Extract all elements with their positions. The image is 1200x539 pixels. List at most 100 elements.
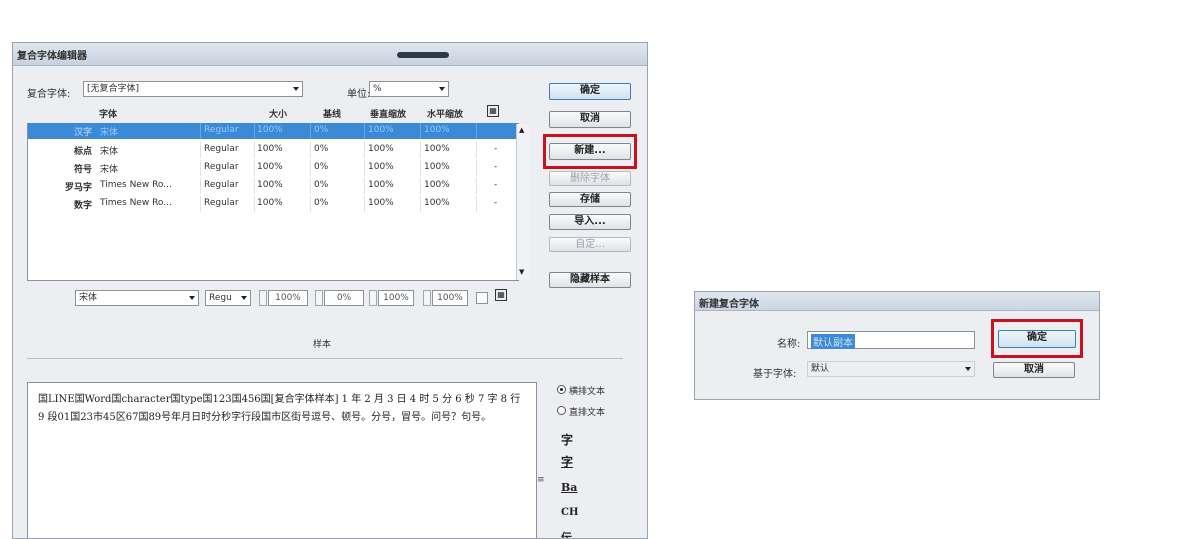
row-baseline: 0%: [314, 125, 329, 135]
import-button[interactable]: 导入...: [549, 214, 631, 230]
row-size: 100%: [257, 180, 283, 190]
dialog-title: 复合字体编辑器: [17, 51, 87, 62]
row-vscale: 100%: [368, 162, 394, 172]
row-style: Regular: [204, 180, 239, 190]
font-style-select[interactable]: Regu: [205, 290, 251, 306]
cancel-button[interactable]: 取消: [993, 362, 1075, 378]
options-grid-icon[interactable]: ▦: [487, 105, 499, 117]
ok-button[interactable]: 确定: [549, 83, 631, 100]
title-bar: 复合字体编辑器: [13, 43, 647, 66]
table-scrollbar[interactable]: ▲ ▼: [516, 124, 529, 280]
baseline-icon[interactable]: Ba: [561, 481, 577, 494]
row-vscale: 100%: [368, 198, 394, 208]
unit-value: %: [373, 84, 382, 94]
row-hscale: 100%: [424, 125, 450, 135]
scroll-down-icon[interactable]: ▼: [519, 268, 524, 276]
composite-font-label: 复合字体:: [27, 89, 71, 100]
vscale-input[interactable]: 100%: [378, 290, 414, 306]
table-row[interactable]: 罗马字 Times New Ro... Regular 100% 0% 100%…: [28, 178, 517, 194]
glyph-icon-1[interactable]: 字: [561, 431, 573, 448]
cancel-button[interactable]: 取消: [549, 111, 631, 128]
row-baseline: 0%: [314, 162, 329, 172]
ok-button[interactable]: 确定: [998, 330, 1076, 348]
custom-button[interactable]: 自定...: [549, 237, 631, 252]
composite-font-select[interactable]: [无复合字体]: [83, 81, 303, 97]
based-on-select[interactable]: 默认: [807, 361, 975, 377]
based-on-value: 默认: [811, 364, 830, 374]
header-vertical-scale: 垂直缩放: [370, 110, 407, 120]
font-family-select[interactable]: 宋体: [75, 290, 199, 306]
divider: [27, 358, 623, 359]
row-hscale: 100%: [424, 144, 450, 154]
unit-select[interactable]: %: [369, 81, 449, 97]
vscale-stepper-arrows[interactable]: [369, 290, 377, 306]
table-row[interactable]: 数字 Times New Ro... Regular 100% 0% 100% …: [28, 196, 517, 212]
grid-icon[interactable]: ▦: [495, 289, 507, 301]
row-size: 100%: [257, 125, 283, 135]
row-size: 100%: [257, 162, 283, 172]
chevron-down-icon: [293, 87, 299, 91]
vertical-radio[interactable]: [557, 406, 566, 415]
apply-checkbox[interactable]: [476, 292, 488, 304]
chevron-down-icon: [241, 296, 247, 300]
row-font: Times New Ro...: [100, 180, 172, 190]
delete-font-button[interactable]: 删除字体: [549, 171, 631, 186]
size-stepper-arrows[interactable]: [259, 290, 267, 306]
row-flag: -: [494, 180, 498, 190]
chevron-down-icon: [965, 367, 971, 371]
header-baseline: 基线: [323, 110, 342, 120]
header-size: 大小: [269, 110, 288, 120]
row-font: 宋体: [100, 147, 119, 157]
name-label: 名称:: [777, 339, 801, 350]
title-bar-control: [397, 52, 449, 58]
hide-sample-button[interactable]: 隐藏样本: [549, 272, 631, 288]
table-row[interactable]: 符号 宋体 Regular 100% 0% 100% 100% -: [28, 160, 517, 176]
baseline-input[interactable]: 0%: [324, 290, 364, 306]
row-name: 符号: [73, 165, 92, 175]
based-on-label: 基于字体:: [753, 369, 797, 380]
row-flag: -: [494, 198, 498, 208]
row-name: 数字: [73, 201, 92, 211]
table-row[interactable]: 标点 宋体 Regular 100% 0% 100% 100% -: [28, 142, 517, 158]
header-horizontal-scale: 水平缩放: [427, 110, 464, 120]
row-size: 100%: [257, 198, 283, 208]
row-baseline: 0%: [314, 144, 329, 154]
new-composite-font-dialog: 新建复合字体 名称: 默认副本 基于字体: 默认 确定 取消: [694, 291, 1100, 400]
row-font: 宋体: [100, 165, 119, 175]
tsume-icon[interactable]: 伝: [561, 529, 572, 538]
row-name: 汉字: [73, 128, 92, 138]
glyph-icon-2[interactable]: 字: [561, 453, 573, 470]
new-button[interactable]: 新建...: [549, 143, 631, 160]
baseline-stepper-arrows[interactable]: [315, 290, 323, 306]
ch-icon[interactable]: CH: [561, 507, 578, 518]
table-row[interactable]: 汉字 宋体 Regular 100% 0% 100% 100%: [28, 123, 517, 139]
font-style-value: Regu: [209, 293, 232, 303]
name-input-value: 默认副本: [811, 334, 855, 349]
row-hscale: 100%: [424, 180, 450, 190]
title-bar: 新建复合字体: [695, 292, 1099, 311]
row-vscale: 100%: [368, 125, 394, 135]
size-input[interactable]: 100%: [268, 290, 308, 306]
dialog-title: 新建复合字体: [699, 299, 759, 310]
unit-label: 单位:: [347, 89, 371, 100]
row-size: 100%: [257, 144, 283, 154]
row-vscale: 100%: [368, 180, 394, 190]
save-button[interactable]: 存储: [549, 192, 631, 207]
row-style: Regular: [204, 125, 239, 135]
hscale-input[interactable]: 100%: [432, 290, 468, 306]
row-style: Regular: [204, 198, 239, 208]
composite-font-editor-dialog: 复合字体编辑器 复合字体: [无复合字体] 单位: % 字体 大小 基线 垂直缩…: [12, 42, 648, 539]
hscale-stepper-arrows[interactable]: [423, 290, 431, 306]
name-input[interactable]: 默认副本: [807, 331, 975, 349]
composite-font-value: [无复合字体]: [87, 84, 140, 94]
scroll-up-icon[interactable]: ▲: [519, 126, 524, 134]
resize-handle-icon[interactable]: ≡: [537, 475, 545, 485]
sample-preview: 国LINE国Word国character国type国123国456国[复合字体样…: [27, 382, 537, 538]
chevron-down-icon: [439, 87, 445, 91]
row-vscale: 100%: [368, 144, 394, 154]
row-name: 罗马字: [64, 183, 92, 193]
row-style: Regular: [204, 144, 239, 154]
radio-dot: [560, 388, 563, 391]
horizontal-radio[interactable]: [557, 385, 566, 394]
row-hscale: 100%: [424, 198, 450, 208]
